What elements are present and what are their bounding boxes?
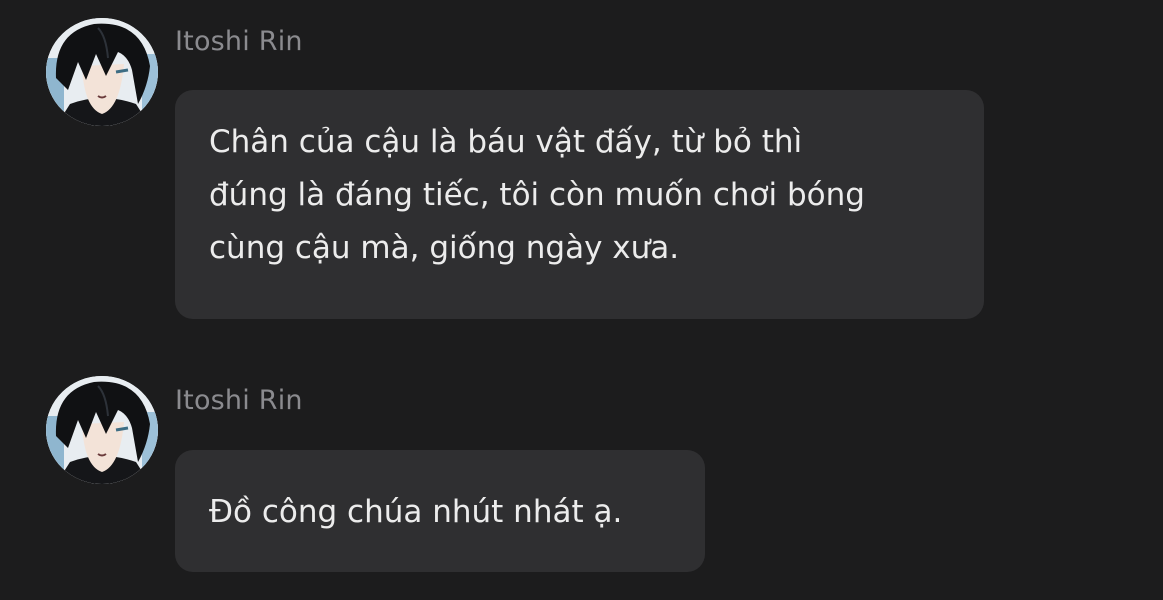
sender-name: Itoshi Rin <box>175 385 303 416</box>
avatar-icon[interactable] <box>46 376 158 484</box>
message-bubble[interactable]: Chân của cậu là báu vật đấy, từ bỏ thì đ… <box>175 90 984 319</box>
message-text: Chân của cậu là báu vật đấy, từ bỏ thì đ… <box>209 124 865 266</box>
message-bubble[interactable]: Đồ công chúa nhút nhát ạ. <box>175 450 705 572</box>
sender-name: Itoshi Rin <box>175 26 303 57</box>
message-text: Đồ công chúa nhút nhát ạ. <box>209 494 623 530</box>
avatar-icon[interactable] <box>46 18 158 126</box>
